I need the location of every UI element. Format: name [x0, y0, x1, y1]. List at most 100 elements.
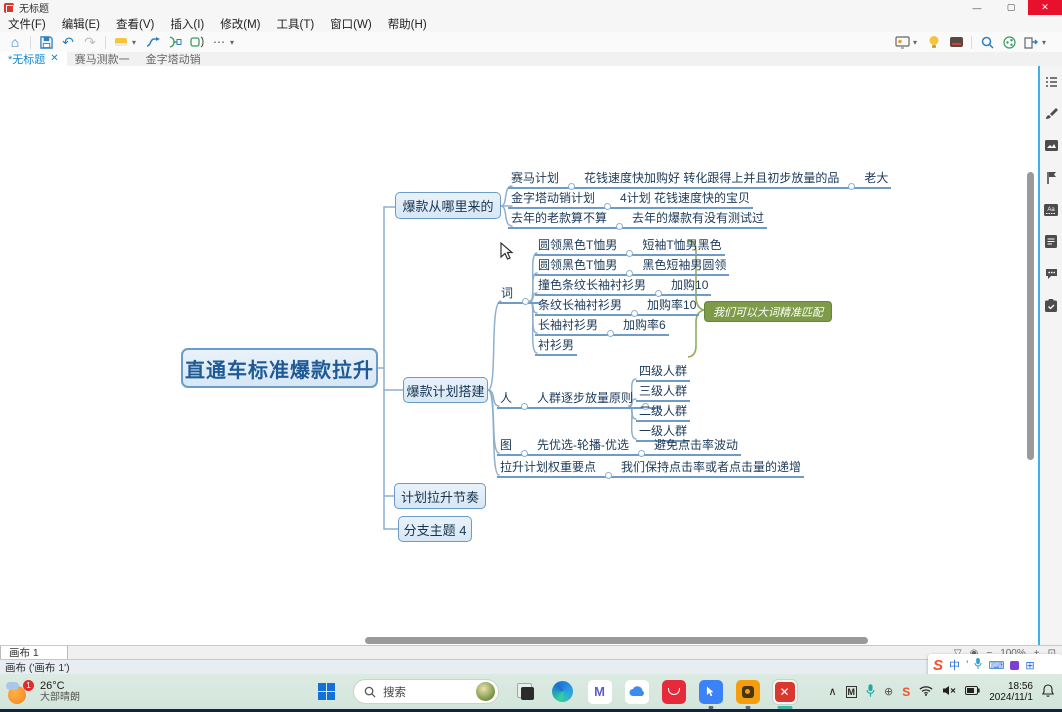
topic-row[interactable]: 圆领黑色T恤男 短袖T恤男黑色	[535, 238, 725, 256]
horizontal-scrollbar[interactable]	[365, 637, 868, 644]
topic-row[interactable]: 去年的老款算不算 去年的爆款有没有测试过	[508, 211, 767, 229]
battery-icon[interactable]	[965, 686, 980, 698]
undo-icon[interactable]: ↶	[57, 33, 79, 51]
junction-dot[interactable]	[521, 450, 528, 457]
sogou-input-bar[interactable]: S 中 ’ ⌨ ⊞	[928, 654, 1062, 676]
branch-topic-3[interactable]: 计划拉升节奏	[394, 483, 486, 509]
share-icon[interactable]	[998, 33, 1020, 51]
branch-topic-1[interactable]: 爆款从哪里来的	[395, 192, 501, 219]
tray-expand-icon[interactable]: ∧	[828, 685, 836, 698]
export-icon[interactable]	[1020, 33, 1042, 51]
boundary-icon[interactable]	[186, 33, 208, 51]
tab-jinzita[interactable]: 金字塔动销	[138, 52, 209, 66]
search-icon[interactable]	[976, 33, 998, 51]
home-icon[interactable]: ⌂	[4, 33, 26, 51]
more-caret-icon[interactable]: ▾	[230, 38, 240, 47]
tab-untitled[interactable]: *无标题 ✕	[0, 52, 67, 66]
menu-window[interactable]: 窗口(W)	[330, 16, 372, 32]
topic-row[interactable]: 衬衫男	[535, 338, 577, 356]
presentation-icon[interactable]	[891, 33, 913, 51]
task-icon[interactable]	[1044, 298, 1059, 313]
keyboard-icon[interactable]: ⌨	[988, 659, 1004, 672]
skin-icon[interactable]	[1010, 661, 1019, 670]
camera-app-icon[interactable]	[736, 680, 760, 704]
junction-dot[interactable]	[605, 472, 612, 479]
tab-saima[interactable]: 赛马测款一	[67, 52, 138, 66]
tray-remote-icon[interactable]: ⊕	[884, 685, 893, 698]
more-icon[interactable]: ⋯	[208, 33, 230, 51]
junction-dot[interactable]	[521, 403, 528, 410]
task-view-button[interactable]	[514, 680, 538, 704]
save-icon[interactable]	[35, 33, 57, 51]
branch-topic-4[interactable]: 分支主题 4	[398, 516, 472, 542]
presentation-caret-icon[interactable]: ▾	[913, 38, 923, 47]
topic-row[interactable]: 长袖衬衫男 加购率6	[535, 318, 669, 336]
sheet-tab[interactable]: 画布 1	[0, 646, 68, 660]
cloud-drive-icon[interactable]	[625, 680, 649, 704]
central-topic[interactable]: 直通车标准爆款拉升	[181, 348, 378, 388]
menu-file[interactable]: 文件(F)	[8, 16, 46, 32]
tray-sogou-icon[interactable]: S	[902, 685, 910, 699]
topic-row[interactable]: 条纹长袖衬衫男 加购率10	[535, 298, 699, 316]
topic-weight[interactable]: 拉升计划权重要点 我们保持点击率或者点击量的递增	[497, 460, 804, 478]
font-icon[interactable]: Aa	[1044, 202, 1059, 217]
topic-row[interactable]: 四级人群	[636, 364, 690, 382]
style-caret-icon[interactable]: ▾	[132, 38, 142, 47]
menu-tools[interactable]: 工具(T)	[276, 16, 314, 32]
menu-modify[interactable]: 修改(M)	[220, 16, 260, 32]
format-brush-icon[interactable]	[1044, 106, 1059, 121]
wifi-icon[interactable]	[919, 685, 933, 699]
tray-clock[interactable]: 18:56 2024/11/1	[989, 681, 1033, 703]
marker-flag-icon[interactable]	[1044, 170, 1059, 185]
voice-icon[interactable]	[974, 656, 982, 674]
menu-insert[interactable]: 插入(I)	[170, 16, 204, 32]
taskbar-search[interactable]: 搜索	[353, 679, 499, 704]
volume-muted-icon[interactable]	[942, 685, 956, 699]
mindmaster-icon[interactable]: M	[588, 680, 612, 704]
laser-pointer-icon[interactable]	[945, 33, 967, 51]
xmind-app-icon-active[interactable]: ✕	[773, 680, 797, 704]
outline-icon[interactable]	[1044, 74, 1059, 89]
image-icon[interactable]	[1044, 138, 1059, 153]
tray-mic-icon[interactable]	[866, 684, 875, 700]
junction-dot[interactable]	[616, 223, 623, 230]
mindmap-canvas[interactable]	[0, 66, 1040, 645]
sogou-logo-icon[interactable]: S	[933, 657, 943, 674]
junction-dot[interactable]	[848, 183, 855, 190]
lightbulb-icon[interactable]	[923, 33, 945, 51]
edge-icon[interactable]	[551, 680, 575, 704]
junction-dot[interactable]	[626, 250, 633, 257]
topic-row[interactable]: 二级人群	[636, 404, 690, 422]
menu-help[interactable]: 帮助(H)	[388, 16, 427, 32]
comment-icon[interactable]	[1044, 266, 1059, 281]
summary-icon[interactable]	[164, 33, 186, 51]
topic-row[interactable]: 赛马计划 花钱速度快加购好 转化跟得上并且初步放量的品 老大	[508, 171, 891, 189]
summary-callout[interactable]: 我们可以大词精准匹配	[704, 301, 832, 322]
topic-pic[interactable]: 图 先优选-轮播-优选 避免点击率波动	[497, 438, 741, 456]
style-icon[interactable]	[110, 33, 132, 51]
red-app-icon[interactable]	[662, 680, 686, 704]
topic-row[interactable]: 三级人群	[636, 384, 690, 402]
notes-icon[interactable]	[1044, 234, 1059, 249]
topic-row[interactable]: 撞色条纹长袖衬衫男 加购10	[535, 278, 711, 296]
junction-dot[interactable]	[638, 450, 645, 457]
chinese-mode-icon[interactable]: 中	[949, 657, 960, 673]
start-button[interactable]	[315, 680, 339, 704]
relationship-icon[interactable]	[142, 33, 164, 51]
tray-m-icon[interactable]: M	[846, 686, 858, 698]
menu-edit[interactable]: 编辑(E)	[62, 16, 100, 32]
vertical-scrollbar[interactable]	[1027, 172, 1034, 460]
tab-close-icon[interactable]: ✕	[50, 53, 58, 64]
junction-dot[interactable]	[607, 330, 614, 337]
close-button[interactable]: ✕	[1028, 0, 1062, 15]
export-caret-icon[interactable]: ▾	[1042, 38, 1052, 47]
menu-view[interactable]: 查看(V)	[116, 16, 154, 32]
weather-widget[interactable]: 1 26°C 大部晴朗	[0, 680, 158, 704]
punctuation-icon[interactable]: ’	[966, 659, 968, 671]
minimize-button[interactable]: —	[960, 0, 994, 15]
toolbox-icon[interactable]: ⊞	[1025, 659, 1034, 672]
branch-topic-2[interactable]: 爆款计划搭建	[403, 377, 488, 403]
topic-row[interactable]: 金字塔动销计划 4计划 花钱速度快的宝贝	[508, 191, 753, 209]
junction-dot[interactable]	[522, 298, 529, 305]
maximize-button[interactable]: ▢	[994, 0, 1028, 15]
